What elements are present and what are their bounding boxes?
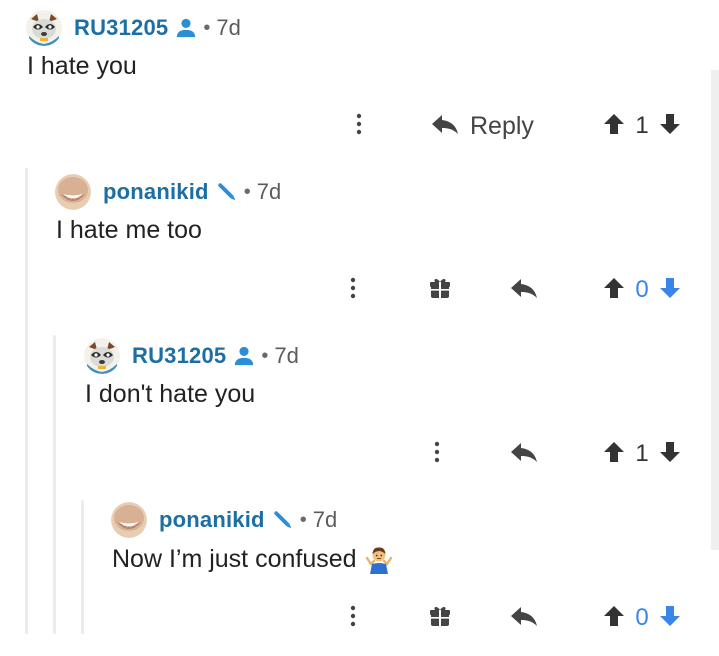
timestamp[interactable]: 7d: [257, 179, 281, 205]
downvote-button[interactable]: [658, 440, 682, 469]
kebab-menu-icon: [355, 112, 363, 141]
comment-body: I hate you: [27, 52, 137, 80]
separator-dot: •: [261, 345, 269, 367]
reply-icon: [509, 276, 539, 305]
comment-header: ponanikid • 7d: [55, 174, 281, 210]
comment: RU31205 • 7d I don't hate you 1: [0, 328, 719, 492]
more-options-button[interactable]: [342, 600, 364, 636]
avatar[interactable]: [26, 10, 62, 46]
separator-dot: •: [243, 181, 251, 203]
comment-header: RU31205 • 7d: [84, 338, 299, 374]
upvote-button[interactable]: [602, 276, 626, 305]
more-options-button[interactable]: [342, 272, 364, 308]
score: 1: [635, 112, 649, 139]
separator-dot: •: [299, 509, 307, 531]
username[interactable]: RU31205: [132, 343, 226, 369]
avatar[interactable]: [111, 502, 147, 538]
pencil-icon: [272, 509, 294, 531]
kebab-menu-icon: [433, 440, 441, 469]
timestamp[interactable]: 7d: [274, 343, 298, 369]
comment: RU31205 • 7d I hate you Reply 1: [0, 0, 719, 164]
more-options-button[interactable]: [348, 108, 370, 144]
upvote-button[interactable]: [602, 604, 626, 633]
reply-button[interactable]: [508, 272, 540, 308]
pencil-icon: [216, 181, 238, 203]
reply-button[interactable]: [508, 436, 540, 472]
user-icon: [175, 17, 197, 39]
comment-body: I hate me too: [56, 216, 202, 244]
timestamp[interactable]: 7d: [216, 15, 240, 41]
comment-body: I don't hate you: [85, 380, 256, 408]
score: 1: [635, 440, 649, 467]
score: 0: [635, 276, 649, 303]
username[interactable]: ponanikid: [159, 507, 265, 533]
reply-icon: [430, 112, 460, 141]
username[interactable]: RU31205: [74, 15, 168, 41]
gift-icon: [428, 604, 452, 633]
vote-controls: 1: [592, 436, 692, 472]
separator-dot: •: [203, 17, 211, 39]
vote-controls: 0: [592, 272, 692, 308]
upvote-button[interactable]: [602, 112, 626, 141]
avatar[interactable]: [55, 174, 91, 210]
comment-actions: Reply 1: [0, 108, 719, 144]
comment-actions: 0: [0, 600, 719, 636]
vote-controls: 0: [592, 600, 692, 636]
comment: ponanikid • 7d I hate me too 0: [0, 164, 719, 328]
comment-actions: 0: [0, 272, 719, 308]
timestamp[interactable]: 7d: [313, 507, 337, 533]
vote-controls: 1: [592, 108, 692, 144]
comment-body: Now I’m just confused: [112, 544, 394, 574]
comment-header: ponanikid • 7d: [111, 502, 337, 538]
comment: ponanikid • 7d Now I’m just confused 0: [0, 492, 719, 656]
comment-header: RU31205 • 7d: [26, 10, 241, 46]
reply-button[interactable]: Reply: [430, 108, 540, 144]
user-icon: [233, 345, 255, 367]
more-options-button[interactable]: [426, 436, 448, 472]
reply-icon: [509, 440, 539, 469]
username[interactable]: ponanikid: [103, 179, 209, 205]
person-shrugging-emoji: [364, 544, 394, 574]
downvote-button[interactable]: [658, 604, 682, 633]
downvote-button[interactable]: [658, 276, 682, 305]
award-button[interactable]: [426, 600, 454, 636]
award-button[interactable]: [426, 272, 454, 308]
reply-button[interactable]: [508, 600, 540, 636]
reply-icon: [509, 604, 539, 633]
avatar[interactable]: [84, 338, 120, 374]
kebab-menu-icon: [349, 604, 357, 633]
downvote-button[interactable]: [658, 112, 682, 141]
upvote-button[interactable]: [602, 440, 626, 469]
comment-body-text: Now I’m just confused: [112, 544, 357, 573]
reply-label: Reply: [470, 111, 534, 140]
gift-icon: [428, 276, 452, 305]
kebab-menu-icon: [349, 276, 357, 305]
comment-actions: 1: [0, 436, 719, 472]
score: 0: [635, 604, 649, 631]
